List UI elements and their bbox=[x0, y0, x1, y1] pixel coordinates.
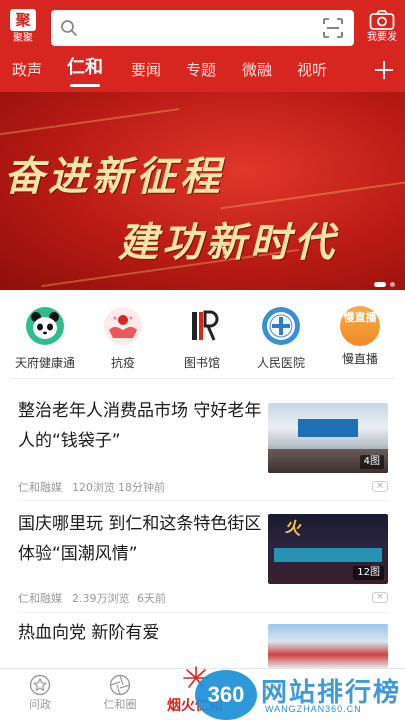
news-title: 国庆哪里玩 到仁和这条特色街区体验“国潮风情” bbox=[18, 514, 262, 564]
tab-shiting[interactable]: 视听 bbox=[297, 58, 327, 82]
news-views: 120浏览 bbox=[72, 481, 115, 494]
tab-renhe[interactable]: 仁和 bbox=[67, 56, 103, 80]
shortcut-label: 人民医院 bbox=[256, 356, 305, 370]
news-thumbnail: 火 12图 bbox=[268, 514, 388, 584]
shortcut-label: 图书馆 bbox=[183, 356, 220, 370]
pager-dot-active bbox=[374, 282, 386, 287]
news-time: 6天前 bbox=[137, 592, 166, 605]
image-count-badge: 12图 bbox=[353, 566, 384, 580]
tab-zhuanti[interactable]: 专题 bbox=[186, 58, 216, 82]
scan-icon[interactable] bbox=[322, 17, 344, 39]
banner-pager bbox=[370, 274, 395, 290]
logo-label: 聚聚 bbox=[13, 33, 33, 44]
search-bar[interactable] bbox=[51, 10, 354, 46]
hands-care-icon bbox=[104, 307, 142, 345]
image-count-badge: 4图 bbox=[359, 455, 384, 469]
banner-decor-stripe bbox=[0, 108, 180, 138]
app-header: 聚 聚聚 我要发 政声 仁和 要闻 专题 微融 视听 bbox=[0, 0, 405, 92]
nav-label: 问政 bbox=[29, 698, 51, 711]
news-views: 2.39万浏览 bbox=[72, 592, 130, 605]
shortcut-library[interactable]: 图书馆 bbox=[162, 306, 242, 370]
shortcut-slow-live[interactable]: 慢直播 慢直播 bbox=[320, 306, 400, 366]
panda-health-icon bbox=[26, 307, 64, 345]
thumbnail-screen bbox=[298, 419, 358, 437]
site-watermark: 360 网站排行榜 WANGZHAN360.CN bbox=[195, 670, 405, 720]
add-channel-icon[interactable] bbox=[372, 58, 396, 82]
post-camera-button[interactable]: 我要发 bbox=[362, 9, 402, 47]
shortcut-grid: 天府健康通 抗疫 图书馆 人民医院 慢直播 慢直播 bbox=[0, 298, 405, 376]
camera-icon bbox=[369, 10, 395, 30]
shortcut-peoples-hospital[interactable]: 人民医院 bbox=[241, 306, 321, 370]
thumbnail-neon bbox=[274, 548, 382, 562]
news-thumbnail bbox=[268, 624, 388, 668]
shortcut-label: 抗疫 bbox=[110, 356, 135, 370]
tab-yaowen[interactable]: 要闻 bbox=[131, 58, 161, 82]
nav-label: 仁和圈 bbox=[103, 698, 137, 711]
library-icon bbox=[182, 306, 222, 346]
news-source: 仁和融媒 bbox=[18, 481, 62, 494]
logo-mark-icon: 聚 bbox=[10, 9, 36, 31]
aperture-icon bbox=[109, 674, 131, 696]
news-time: 18分钟前 bbox=[118, 481, 165, 494]
shortcut-label: 慢直播 bbox=[341, 352, 378, 366]
shortcut-antiepidemic[interactable]: 抗疫 bbox=[83, 306, 163, 370]
news-title: 热血向党 新阶有爱 bbox=[18, 623, 160, 643]
pager-dot bbox=[390, 282, 395, 287]
channel-tabs: 政声 仁和 要闻 专题 微融 视听 bbox=[0, 54, 405, 90]
nav-wenzheng[interactable]: 问政 bbox=[10, 674, 70, 712]
watermark-url: WANGZHAN360.CN bbox=[265, 704, 362, 714]
shortcut-tianfu-health[interactable]: 天府健康通 bbox=[5, 306, 85, 370]
hospital-emblem-icon bbox=[262, 307, 300, 345]
news-item[interactable]: 热血向党 新阶有爱 bbox=[0, 614, 405, 668]
tab-zhengsheng[interactable]: 政声 bbox=[12, 58, 42, 82]
dismiss-icon[interactable]: × bbox=[372, 481, 388, 492]
tab-weirong[interactable]: 微融 bbox=[242, 58, 272, 82]
section-divider bbox=[10, 378, 395, 379]
banner-headline-2: 建功新时代 bbox=[118, 219, 338, 266]
watermark-logo: 360 bbox=[195, 670, 257, 720]
banner-headline-1: 奋进新征程 bbox=[4, 153, 224, 200]
thumbnail-sign: 火 bbox=[284, 516, 304, 539]
hero-banner[interactable]: 奋进新征程 建功新时代 bbox=[0, 92, 405, 290]
news-item[interactable]: 国庆哪里玩 到仁和这条特色街区体验“国潮风情” 火 12图 仁和融媒 2.39万… bbox=[0, 500, 405, 613]
nav-renhe-circle[interactable]: 仁和圈 bbox=[90, 674, 150, 712]
banner-decor-stripe bbox=[220, 176, 405, 210]
item-separator bbox=[18, 612, 388, 613]
star-circle-icon bbox=[29, 674, 51, 696]
search-icon bbox=[61, 20, 77, 36]
app-logo[interactable]: 聚 聚聚 bbox=[8, 9, 38, 45]
shortcut-label: 天府健康通 bbox=[14, 356, 75, 370]
news-thumbnail: 4图 bbox=[268, 403, 388, 473]
camera-label: 我要发 bbox=[367, 32, 397, 43]
news-source: 仁和融媒 bbox=[18, 592, 62, 605]
active-tab-indicator bbox=[70, 84, 100, 87]
dismiss-icon[interactable]: × bbox=[372, 592, 388, 603]
news-title: 整治老年人消费品市场 守好老年人的“钱袋子” bbox=[18, 401, 262, 451]
live-badge-text: 慢直播 bbox=[343, 311, 377, 324]
live-stream-icon: 慢直播 bbox=[340, 306, 380, 346]
news-item[interactable]: 整治老年人消费品市场 守好老年人的“钱袋子” 4图 仁和融媒 120浏览 18分… bbox=[0, 384, 405, 501]
